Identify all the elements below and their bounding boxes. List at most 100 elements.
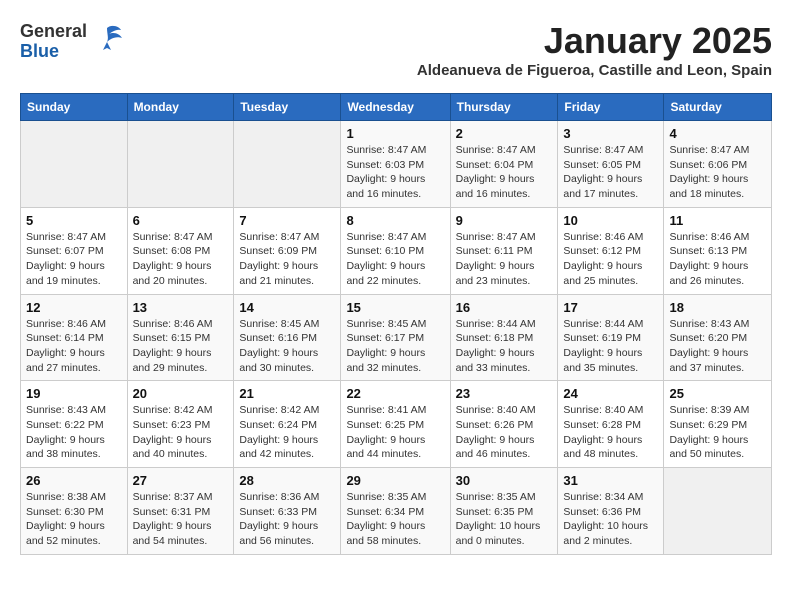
calendar-week-row: 12 Sunrise: 8:46 AM Sunset: 6:14 PM Dayli… [21, 294, 772, 381]
day-info: Sunrise: 8:40 AM Sunset: 6:26 PM Dayligh… [456, 403, 553, 462]
day-info: Sunrise: 8:38 AM Sunset: 6:30 PM Dayligh… [26, 490, 122, 549]
day-info: Sunrise: 8:46 AM Sunset: 6:13 PM Dayligh… [669, 230, 766, 289]
calendar-cell: 17 Sunrise: 8:44 AM Sunset: 6:19 PM Dayli… [558, 294, 664, 381]
calendar-week-row: 1 Sunrise: 8:47 AM Sunset: 6:03 PM Daylig… [21, 121, 772, 208]
day-number: 11 [669, 213, 766, 228]
day-info: Sunrise: 8:37 AM Sunset: 6:31 PM Dayligh… [133, 490, 229, 549]
calendar-cell [127, 121, 234, 208]
calendar-week-row: 19 Sunrise: 8:43 AM Sunset: 6:22 PM Dayli… [21, 381, 772, 468]
day-info: Sunrise: 8:42 AM Sunset: 6:23 PM Dayligh… [133, 403, 229, 462]
day-number: 31 [563, 473, 658, 488]
day-number: 3 [563, 126, 658, 141]
calendar-week-row: 26 Sunrise: 8:38 AM Sunset: 6:30 PM Dayli… [21, 468, 772, 555]
day-info: Sunrise: 8:34 AM Sunset: 6:36 PM Dayligh… [563, 490, 658, 549]
calendar-cell: 28 Sunrise: 8:36 AM Sunset: 6:33 PM Dayli… [234, 468, 341, 555]
day-info: Sunrise: 8:41 AM Sunset: 6:25 PM Dayligh… [346, 403, 444, 462]
calendar-cell: 25 Sunrise: 8:39 AM Sunset: 6:29 PM Dayli… [664, 381, 772, 468]
logo-bird-icon [89, 20, 125, 63]
day-number: 10 [563, 213, 658, 228]
day-number: 20 [133, 386, 229, 401]
day-info: Sunrise: 8:47 AM Sunset: 6:07 PM Dayligh… [26, 230, 122, 289]
day-info: Sunrise: 8:47 AM Sunset: 6:04 PM Dayligh… [456, 143, 553, 202]
day-number: 14 [239, 300, 335, 315]
day-number: 24 [563, 386, 658, 401]
day-info: Sunrise: 8:35 AM Sunset: 6:35 PM Dayligh… [456, 490, 553, 549]
day-info: Sunrise: 8:45 AM Sunset: 6:17 PM Dayligh… [346, 317, 444, 376]
day-number: 22 [346, 386, 444, 401]
day-info: Sunrise: 8:47 AM Sunset: 6:03 PM Dayligh… [346, 143, 444, 202]
day-info: Sunrise: 8:39 AM Sunset: 6:29 PM Dayligh… [669, 403, 766, 462]
day-number: 27 [133, 473, 229, 488]
day-number: 19 [26, 386, 122, 401]
day-info: Sunrise: 8:47 AM Sunset: 6:05 PM Dayligh… [563, 143, 658, 202]
day-info: Sunrise: 8:46 AM Sunset: 6:15 PM Dayligh… [133, 317, 229, 376]
day-header-thursday: Thursday [450, 94, 558, 121]
day-number: 9 [456, 213, 553, 228]
calendar-cell: 6Sunrise: 8:47 AM Sunset: 6:08 PM Daylig… [127, 207, 234, 294]
day-info: Sunrise: 8:47 AM Sunset: 6:10 PM Dayligh… [346, 230, 444, 289]
day-header-wednesday: Wednesday [341, 94, 450, 121]
day-header-friday: Friday [558, 94, 664, 121]
day-info: Sunrise: 8:44 AM Sunset: 6:19 PM Dayligh… [563, 317, 658, 376]
calendar-cell: 27 Sunrise: 8:37 AM Sunset: 6:31 PM Dayli… [127, 468, 234, 555]
day-info: Sunrise: 8:43 AM Sunset: 6:22 PM Dayligh… [26, 403, 122, 462]
calendar-cell: 14 Sunrise: 8:45 AM Sunset: 6:16 PM Dayli… [234, 294, 341, 381]
subtitle: Aldeanueva de Figueroa, Castille and Leo… [417, 62, 772, 79]
calendar-cell: 10 Sunrise: 8:46 AM Sunset: 6:12 PM Dayli… [558, 207, 664, 294]
calendar-cell: 26 Sunrise: 8:38 AM Sunset: 6:30 PM Dayli… [21, 468, 128, 555]
calendar-cell: 1 Sunrise: 8:47 AM Sunset: 6:03 PM Daylig… [341, 121, 450, 208]
day-info: Sunrise: 8:46 AM Sunset: 6:14 PM Dayligh… [26, 317, 122, 376]
day-info: Sunrise: 8:42 AM Sunset: 6:24 PM Dayligh… [239, 403, 335, 462]
calendar-cell: 12 Sunrise: 8:46 AM Sunset: 6:14 PM Dayli… [21, 294, 128, 381]
day-info: Sunrise: 8:47 AM Sunset: 6:11 PM Dayligh… [456, 230, 553, 289]
calendar-cell: 20 Sunrise: 8:42 AM Sunset: 6:23 PM Dayli… [127, 381, 234, 468]
day-info: Sunrise: 8:36 AM Sunset: 6:33 PM Dayligh… [239, 490, 335, 549]
day-number: 15 [346, 300, 444, 315]
day-number: 25 [669, 386, 766, 401]
day-info: Sunrise: 8:45 AM Sunset: 6:16 PM Dayligh… [239, 317, 335, 376]
calendar-cell: 9 Sunrise: 8:47 AM Sunset: 6:11 PM Daylig… [450, 207, 558, 294]
day-number: 28 [239, 473, 335, 488]
calendar-cell [664, 468, 772, 555]
logo: General Blue [20, 20, 125, 63]
calendar-cell: 29 Sunrise: 8:35 AM Sunset: 6:34 PM Dayli… [341, 468, 450, 555]
header: General Blue January 2025 Aldeanueva de … [20, 20, 772, 89]
day-header-tuesday: Tuesday [234, 94, 341, 121]
day-number: 29 [346, 473, 444, 488]
calendar-cell [234, 121, 341, 208]
calendar-cell: 4Sunrise: 8:47 AM Sunset: 6:06 PM Daylig… [664, 121, 772, 208]
day-number: 12 [26, 300, 122, 315]
day-number: 16 [456, 300, 553, 315]
day-number: 17 [563, 300, 658, 315]
day-number: 1 [346, 126, 444, 141]
day-number: 7 [239, 213, 335, 228]
day-info: Sunrise: 8:47 AM Sunset: 6:09 PM Dayligh… [239, 230, 335, 289]
day-number: 21 [239, 386, 335, 401]
calendar-week-row: 5 Sunrise: 8:47 AM Sunset: 6:07 PM Daylig… [21, 207, 772, 294]
day-number: 26 [26, 473, 122, 488]
day-info: Sunrise: 8:40 AM Sunset: 6:28 PM Dayligh… [563, 403, 658, 462]
day-number: 18 [669, 300, 766, 315]
calendar-cell: 2 Sunrise: 8:47 AM Sunset: 6:04 PM Daylig… [450, 121, 558, 208]
day-header-monday: Monday [127, 94, 234, 121]
calendar-cell: 30Sunrise: 8:35 AM Sunset: 6:35 PM Dayli… [450, 468, 558, 555]
calendar-cell: 11 Sunrise: 8:46 AM Sunset: 6:13 PM Dayli… [664, 207, 772, 294]
title-block: January 2025 Aldeanueva de Figueroa, Cas… [417, 20, 772, 89]
calendar-cell: 18Sunrise: 8:43 AM Sunset: 6:20 PM Dayli… [664, 294, 772, 381]
logo-blue-text: Blue [20, 41, 59, 61]
calendar-cell: 15 Sunrise: 8:45 AM Sunset: 6:17 PM Dayli… [341, 294, 450, 381]
calendar-cell: 16Sunrise: 8:44 AM Sunset: 6:18 PM Dayli… [450, 294, 558, 381]
calendar-cell: 24 Sunrise: 8:40 AM Sunset: 6:28 PM Dayli… [558, 381, 664, 468]
month-title: January 2025 [417, 20, 772, 62]
calendar-cell: 13Sunrise: 8:46 AM Sunset: 6:15 PM Dayli… [127, 294, 234, 381]
calendar-cell: 23Sunrise: 8:40 AM Sunset: 6:26 PM Dayli… [450, 381, 558, 468]
day-info: Sunrise: 8:35 AM Sunset: 6:34 PM Dayligh… [346, 490, 444, 549]
day-header-saturday: Saturday [664, 94, 772, 121]
day-info: Sunrise: 8:46 AM Sunset: 6:12 PM Dayligh… [563, 230, 658, 289]
day-number: 5 [26, 213, 122, 228]
day-number: 2 [456, 126, 553, 141]
day-number: 4 [669, 126, 766, 141]
logo-general-text: General [20, 21, 87, 41]
calendar-cell: 22 Sunrise: 8:41 AM Sunset: 6:25 PM Dayli… [341, 381, 450, 468]
calendar-cell: 5 Sunrise: 8:47 AM Sunset: 6:07 PM Daylig… [21, 207, 128, 294]
